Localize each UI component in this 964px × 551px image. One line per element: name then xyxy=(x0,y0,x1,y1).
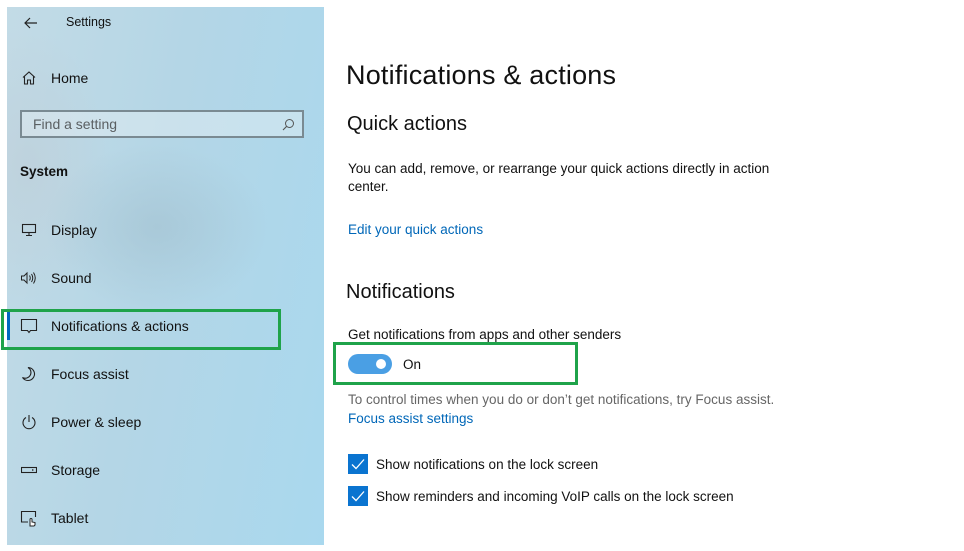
checkbox-label: Show notifications on the lock screen xyxy=(376,456,599,472)
sidebar-item-sound[interactable]: Sound xyxy=(7,258,324,298)
lock-screen-reminders-checkbox-row[interactable]: Show reminders and incoming VoIP calls o… xyxy=(348,486,734,506)
home-icon xyxy=(19,68,39,88)
monitor-icon xyxy=(19,220,39,240)
app-title: Settings xyxy=(66,15,112,29)
lock-screen-notifications-checkbox-row[interactable]: Show notifications on the lock screen xyxy=(348,454,598,474)
toggle-state-label: On xyxy=(403,357,422,372)
notifications-toggle-label: Get notifications from apps and other se… xyxy=(348,327,622,342)
tablet-icon xyxy=(19,508,39,528)
back-arrow-icon[interactable] xyxy=(21,13,41,33)
checkmark-icon xyxy=(351,459,365,470)
notifications-heading: Notifications xyxy=(346,281,455,303)
sidebar-item-home[interactable]: Home xyxy=(7,58,324,98)
sidebar-item-power-sleep[interactable]: Power & sleep xyxy=(7,402,324,442)
focus-assist-settings-link[interactable]: Focus assist settings xyxy=(348,411,473,426)
message-icon xyxy=(19,316,39,336)
main-content: Notifications & actions Quick actions Yo… xyxy=(346,0,946,551)
checkbox-lock-screen-notifications[interactable] xyxy=(348,454,368,474)
checkbox-label: Show reminders and incoming VoIP calls o… xyxy=(376,488,734,504)
toggle-knob xyxy=(376,359,386,369)
sidebar: Settings Home System Display Sound Notif… xyxy=(7,7,324,545)
sidebar-item-focus-assist[interactable]: Focus assist xyxy=(7,354,324,394)
sidebar-item-label: Notifications & actions xyxy=(51,318,189,334)
moon-icon xyxy=(19,364,39,384)
sidebar-item-label: Home xyxy=(51,70,89,86)
page-title: Notifications & actions xyxy=(346,60,617,90)
notifications-toggle[interactable] xyxy=(348,354,392,374)
quick-actions-heading: Quick actions xyxy=(347,113,468,135)
checkbox-lock-screen-reminders[interactable] xyxy=(348,486,368,506)
sidebar-item-notifications-actions[interactable]: Notifications & actions xyxy=(7,306,324,346)
search-icon[interactable] xyxy=(282,118,295,131)
sidebar-item-label: Power & sleep xyxy=(51,414,142,430)
sidebar-item-label: Focus assist xyxy=(51,366,129,382)
power-icon xyxy=(19,412,39,432)
storage-icon xyxy=(19,460,39,480)
sidebar-item-label: Display xyxy=(51,222,97,238)
quick-actions-description: You can add, remove, or rearrange your q… xyxy=(348,161,770,194)
search-input[interactable] xyxy=(31,115,285,133)
sidebar-item-display[interactable]: Display xyxy=(7,210,324,250)
checkmark-icon xyxy=(351,491,365,502)
sidebar-item-label: Storage xyxy=(51,462,101,478)
search-box[interactable] xyxy=(20,110,304,138)
sidebar-item-label: Tablet xyxy=(51,510,89,526)
sidebar-item-label: Sound xyxy=(51,270,92,286)
section-label-system: System xyxy=(20,164,69,179)
sidebar-item-storage[interactable]: Storage xyxy=(7,450,324,490)
focus-assist-hint: To control times when you do or don’t ge… xyxy=(348,392,775,407)
edit-quick-actions-link[interactable]: Edit your quick actions xyxy=(348,222,483,237)
sidebar-item-tablet[interactable]: Tablet xyxy=(7,498,324,538)
speaker-icon xyxy=(19,268,39,288)
